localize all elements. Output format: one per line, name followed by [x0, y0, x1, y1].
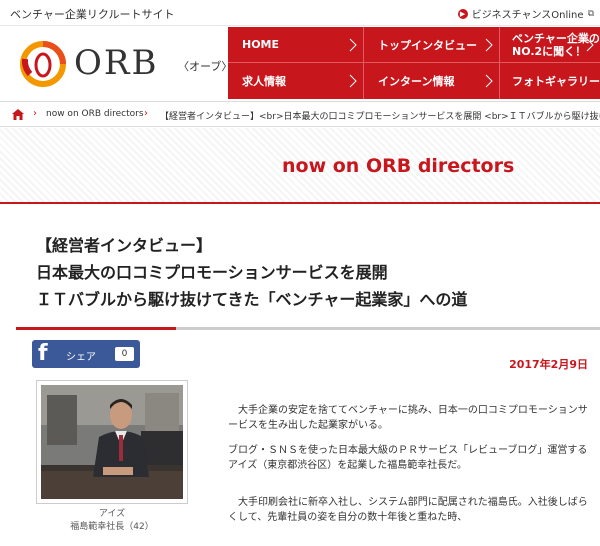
header: ORB 〈オーブ〉 HOME トップインタビュー ベンチャー企業の NO.2に聞…: [0, 27, 600, 99]
logo-wordmark: ORB: [74, 43, 159, 83]
main-nav: HOME トップインタビュー ベンチャー企業の NO.2に聞く！ 求人情報 イン…: [228, 27, 600, 99]
section-title: now on ORB directors: [282, 155, 515, 177]
orb-logo-mark-icon: [20, 41, 66, 87]
breadcrumb-item-current: 【経営者インタビュー】<br>日本最大の口コミプロモーションサービスを展開 <b…: [160, 112, 600, 122]
interview-photo: [36, 380, 188, 504]
title-divider: [16, 327, 600, 330]
nav-job-info-label: 求人情報: [242, 75, 286, 88]
caption-company: アイズ: [98, 509, 126, 519]
share-count: 0: [115, 347, 134, 361]
photo-caption: アイズ 福島範幸社長（42）: [36, 508, 188, 534]
nav-home-label: HOME: [242, 38, 280, 51]
caption-person: 福島範幸社長（42）: [70, 522, 154, 532]
arrow-right-icon: ▶: [457, 8, 468, 19]
article-body: 大手企業の安定を捨ててベンチャーに挑み、日本一の口コミプロモーションサービスを生…: [228, 403, 588, 535]
article-title-line: ＩＴバブルから駆け抜けてきた「ベンチャー起業家」への道: [36, 290, 468, 309]
logo-subtitle: 〈オーブ〉: [178, 60, 233, 73]
nav-top-interview[interactable]: トップインタビュー: [364, 27, 500, 63]
section-banner: now on ORB directors: [0, 128, 600, 204]
home-icon[interactable]: [12, 109, 24, 120]
nav-intern-info-label: インターン情報: [378, 75, 455, 88]
orb-logo[interactable]: ORB 〈オーブ〉: [20, 41, 232, 87]
ceo-photo-image: [41, 385, 183, 499]
breadcrumb-item-directors[interactable]: now on ORB directors: [46, 109, 144, 119]
chevron-right-icon: [485, 74, 493, 88]
nav-no2-interview[interactable]: ベンチャー企業の NO.2に聞く！: [500, 27, 600, 63]
chevron-right-icon: [349, 74, 357, 88]
breadcrumb: › now on ORB directors › 【経営者インタビュー】<br>…: [0, 101, 600, 127]
business-chance-link[interactable]: ▶ ビジネスチャンスOnline ⧉: [457, 6, 594, 21]
external-window-icon: ⧉: [587, 8, 594, 19]
nav-photo-gallery-label: フォトギャラリー: [512, 75, 600, 88]
article-title: 【経営者インタビュー】 日本最大の口コミプロモーションサービスを展開 ＩＴバブル…: [36, 232, 467, 313]
nav-job-info[interactable]: 求人情報: [228, 63, 364, 99]
business-chance-label: ビジネスチャンスOnline: [471, 10, 584, 21]
chevron-right-icon: [349, 38, 357, 51]
top-bar: ベンチャー企業リクルートサイト ▶ ビジネスチャンスOnline ⧉: [0, 0, 600, 26]
chevron-right-icon: [586, 38, 594, 51]
nav-home[interactable]: HOME: [228, 27, 364, 63]
nav-intern-info[interactable]: インターン情報: [364, 63, 500, 99]
facebook-icon: f: [38, 341, 48, 366]
article-title-line: 日本最大の口コミプロモーションサービスを展開: [36, 263, 388, 282]
article-paragraph: 大手印刷会社に新卒入社し、システム部門に配属された福島氏。入社後しばらくして、先…: [228, 497, 588, 523]
chevron-right-icon: [485, 38, 493, 51]
nav-top-interview-label: トップインタビュー: [378, 38, 477, 52]
article-title-line: 【経営者インタビュー】: [36, 236, 213, 255]
ceo-photo: [41, 385, 183, 499]
site-title: ベンチャー企業リクルートサイト: [10, 8, 175, 21]
facebook-share-button[interactable]: f シェア 0: [32, 340, 140, 368]
article-paragraph: 大手企業の安定を捨ててベンチャーに挑み、日本一の口コミプロモーションサービスを生…: [228, 405, 588, 431]
nav-photo-gallery[interactable]: フォトギャラリー: [500, 63, 600, 99]
breadcrumb-separator-icon: ›: [144, 108, 148, 119]
share-label: シェア: [66, 352, 96, 363]
article-paragraph: ブログ・ＳＮＳを使った日本最大級のＰＲサービス「レビューブログ」運営するアイズ（…: [228, 445, 588, 471]
article-date: 2017年2月9日: [509, 358, 588, 371]
breadcrumb-separator-icon: ›: [33, 108, 37, 119]
